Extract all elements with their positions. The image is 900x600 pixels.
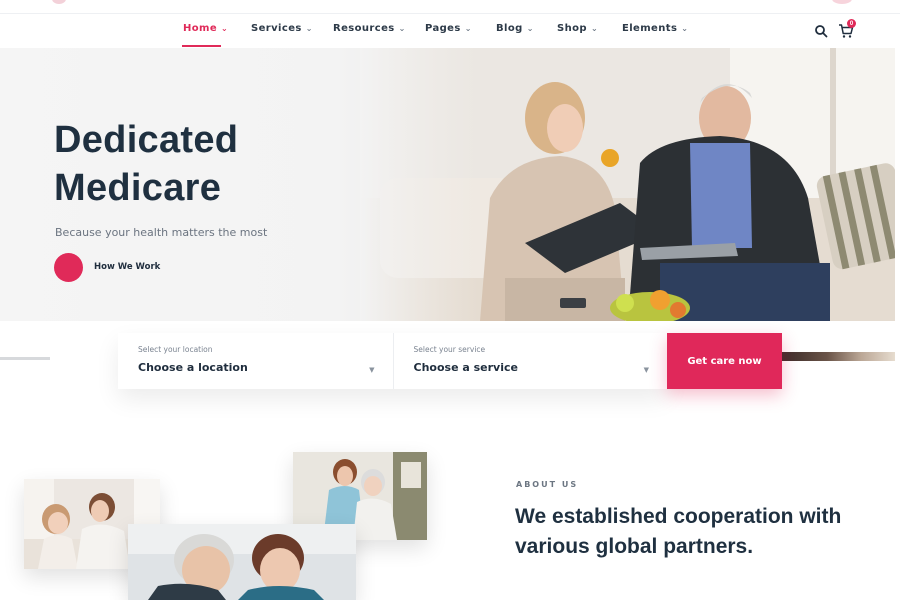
chevron-down-icon: ⌄ bbox=[398, 24, 406, 33]
chevron-down-icon: ⌄ bbox=[526, 24, 534, 33]
nav-item-elements[interactable]: Elements ⌄ bbox=[622, 23, 688, 34]
chevron-down-icon: ⌄ bbox=[305, 24, 313, 33]
nav-item-label: Pages bbox=[425, 23, 461, 34]
how-we-work-button[interactable] bbox=[54, 253, 83, 282]
chevron-down-icon: ⌄ bbox=[464, 24, 472, 33]
hero-title-line2: Medicare bbox=[54, 167, 222, 209]
about-title: We established cooperation with various … bbox=[515, 505, 842, 558]
nav-item-blog[interactable]: Blog ⌄ bbox=[496, 23, 534, 34]
nav-item-home[interactable]: Home ⌄ bbox=[183, 23, 228, 34]
slider-progress bbox=[0, 357, 50, 360]
logo-fragment bbox=[52, 0, 66, 4]
hero-subtitle: Because your health matters the most bbox=[55, 226, 268, 239]
dropdown-caret-icon: ▼ bbox=[369, 366, 375, 374]
nav-item-resources[interactable]: Resources ⌄ bbox=[333, 23, 406, 34]
service-select[interactable]: Select your service Choose a service ▼ bbox=[392, 333, 668, 389]
nav-item-pages[interactable]: Pages ⌄ bbox=[425, 23, 472, 34]
main-nav: Home ⌄ Services ⌄ Resources ⌄ Pages ⌄ Bl… bbox=[0, 14, 900, 48]
service-value: Choose a service bbox=[413, 361, 518, 374]
get-care-now-button[interactable]: Get care now bbox=[667, 333, 782, 389]
nav-item-label: Blog bbox=[496, 23, 523, 34]
nav-item-label: Home bbox=[183, 23, 218, 34]
hero-title-line1: Dedicated bbox=[54, 119, 239, 161]
nav-item-services[interactable]: Services ⌄ bbox=[251, 23, 313, 34]
cart-count-badge: 0 bbox=[847, 19, 856, 28]
location-label: Select your location bbox=[138, 345, 213, 354]
hero-image bbox=[360, 48, 895, 321]
hero-title: Dedicated Medicare bbox=[54, 116, 238, 212]
service-label: Select your service bbox=[413, 345, 486, 354]
about-photo-elderly-couple bbox=[128, 524, 356, 600]
hero-banner: Dedicated Medicare Because your health m… bbox=[0, 48, 895, 321]
chevron-down-icon: ⌄ bbox=[221, 24, 229, 33]
location-value: Choose a location bbox=[138, 361, 248, 374]
active-nav-indicator bbox=[182, 45, 221, 47]
nav-item-label: Services bbox=[251, 23, 302, 34]
chevron-down-icon: ⌄ bbox=[681, 24, 689, 33]
search-icon[interactable] bbox=[814, 24, 828, 38]
nav-item-label: Resources bbox=[333, 23, 395, 34]
dropdown-caret-icon: ▼ bbox=[643, 366, 649, 374]
nav-item-label: Elements bbox=[622, 23, 678, 34]
chevron-down-icon: ⌄ bbox=[590, 24, 599, 33]
hero-image-edge bbox=[782, 352, 895, 361]
top-icon-fragment bbox=[832, 0, 852, 4]
about-eyebrow: ABOUT US bbox=[516, 480, 579, 489]
nav-item-label: Shop bbox=[557, 23, 587, 34]
location-select[interactable]: Select your location Choose a location ▼ bbox=[118, 333, 393, 389]
nav-item-shop[interactable]: Shop ⌄ bbox=[557, 23, 598, 34]
care-search-form: Select your location Choose a location ▼… bbox=[118, 333, 667, 389]
how-we-work-label[interactable]: How We Work bbox=[94, 262, 160, 272]
top-bar bbox=[0, 0, 900, 14]
